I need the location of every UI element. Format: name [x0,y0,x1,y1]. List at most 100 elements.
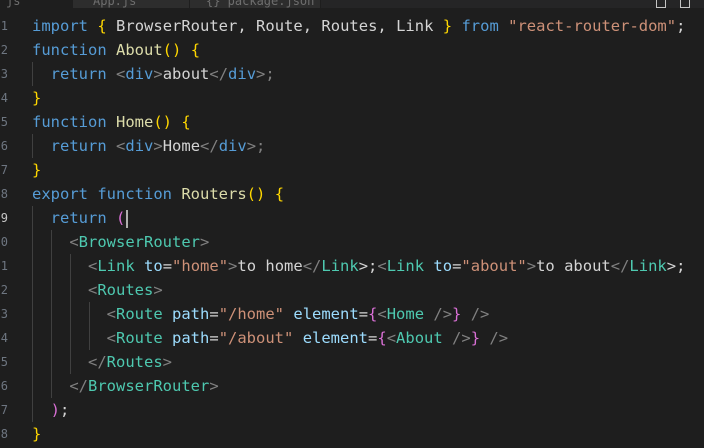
function-name: About [116,41,163,59]
editor-actions [656,0,690,8]
indent-guide [32,254,33,278]
line-number: 10 [0,235,8,249]
indent-guide [32,278,33,302]
equals: = [162,257,173,275]
string-literal: "home" [172,257,229,275]
punctuation: ; [60,401,70,419]
line-number: 12 [0,283,8,297]
code-line-4[interactable]: } [32,86,704,110]
indent-guide [70,350,71,374]
indent-guide [32,62,33,86]
more-actions-icon[interactable] [680,0,690,8]
equals: = [368,329,378,347]
component-tag: Home [386,305,425,323]
identifier: Routes [321,17,378,35]
code-line-12[interactable]: <Routes> [32,278,704,302]
code-line-13[interactable]: <Route path="/home" element={<Home />} /… [32,302,704,326]
brace: { [181,113,191,131]
brace: { [368,305,378,323]
code-line-9-active[interactable]: return ( [30,206,704,230]
tag-bracket: </ [610,257,630,275]
tag-bracket: > [153,65,163,83]
brace: { [377,329,387,347]
tag-name: div [125,137,154,155]
keyword: export [32,185,88,203]
equals: = [209,305,219,323]
split-editor-icon[interactable] [656,0,666,8]
line-number: 8 [0,187,8,201]
code-line-10[interactable]: <BrowserRouter> [32,230,704,254]
punctuation: ; [676,17,686,35]
tag-bracket: > [153,281,163,299]
code-line-18[interactable]: } [32,422,704,446]
code-line-14[interactable]: <Route path="/about" element={<About />}… [32,326,704,350]
tag-bracket: </ [302,257,322,275]
jsx-text: about [162,65,210,83]
brace: { [97,17,107,35]
tag-name: div [228,65,257,83]
indent-guide [51,302,52,326]
keyword: function [32,41,107,59]
keyword: return [50,209,107,227]
code-line-7[interactable]: } [32,158,704,182]
tag-name: div [218,137,247,155]
component-tag: Link [629,257,667,275]
function-name: Routers [181,185,247,203]
tag-bracket: > [162,353,173,371]
line-number: 5 [0,115,8,129]
tag-bracket: < [386,329,397,347]
parens: () [246,185,266,203]
code-editor[interactable]: import { BrowserRouter, Route, Routes, L… [30,14,704,446]
tab-label: {} package.json [206,0,315,8]
tag-bracket: > [526,257,537,275]
tab-active-file[interactable]: js [0,0,73,8]
line-number: 11 [0,259,8,273]
tab-package-json[interactable]: {} package.json [190,0,321,8]
line-number: 15 [0,355,8,369]
paren: ( [116,209,126,227]
tab-label: js [6,0,21,8]
keyword: function [32,113,107,131]
code-line-3[interactable]: return <div>about</div>; [32,62,704,86]
indent-guide [32,398,33,422]
code-line-11[interactable]: <Link to="home">to home</Link>;<Link to=… [32,254,704,278]
indent-guide [51,350,52,374]
code-line-6[interactable]: return <div>Home</div>; [32,134,704,158]
identifier: BrowserRouter [116,17,238,35]
line-number: 3 [0,67,8,81]
jsx-attribute: to [144,257,163,275]
tab-app-js[interactable]: App.js [73,0,190,8]
line-number: 7 [0,163,8,177]
paren: ) [50,401,61,419]
line-number: 1 [0,19,8,33]
component-tag: Route [116,305,163,323]
punctuation: >; [358,257,378,275]
code-line-2[interactable]: function About() { [32,38,704,62]
tag-name: div [125,65,154,83]
code-line-1[interactable]: import { BrowserRouter, Route, Routes, L… [32,14,704,38]
code-line-17[interactable]: ); [32,398,704,422]
code-line-15[interactable]: </Routes> [32,350,704,374]
function-name: Home [116,113,154,131]
component-tag: Link [97,257,135,275]
indent-guide [70,278,71,302]
code-line-5[interactable]: function Home() { [32,110,704,134]
line-number-active: 9 [0,211,8,225]
code-line-16[interactable]: </BrowserRouter> [32,374,704,398]
jsx-text: to home [237,257,303,275]
punctuation: >; [666,257,686,275]
component-tag: Link [321,257,359,275]
brace: } [32,89,42,107]
tag-bracket: </ [88,353,107,371]
line-number: 17 [0,403,8,417]
string-literal: "/about" [218,329,294,347]
parens: () [153,113,172,131]
tag-bracket: < [377,257,387,275]
tag-bracket: /> [424,305,453,323]
tag-bracket: >; [256,65,275,83]
jsx-text: Home [162,137,201,155]
component-tag: Route [116,329,163,347]
identifier: Route [256,17,303,35]
line-number: 13 [0,307,8,321]
code-line-8[interactable]: export function Routers() { [32,182,704,206]
